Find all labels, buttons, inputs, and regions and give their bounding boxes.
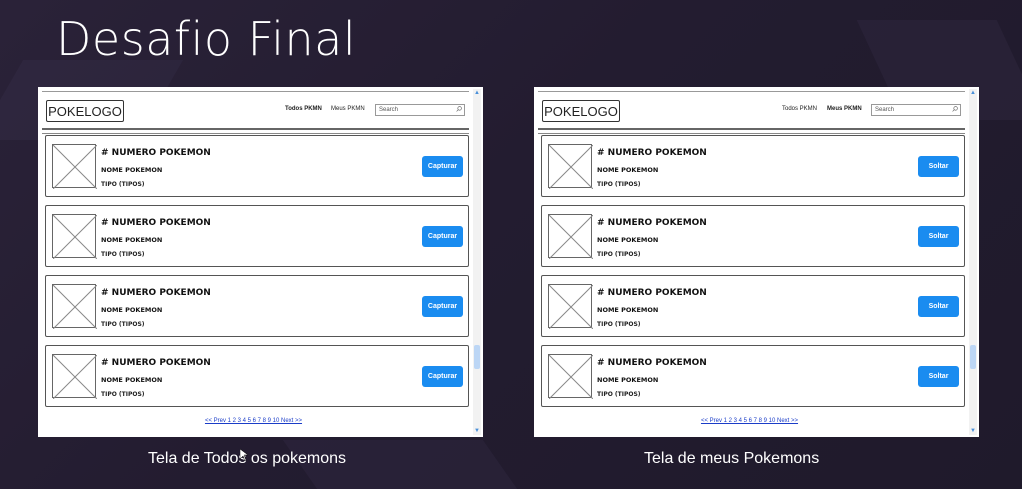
pokemon-name: NOME POKEMON	[597, 166, 659, 174]
pokemon-name: NOME POKEMON	[101, 166, 163, 174]
header-divider	[538, 133, 965, 134]
scroll-down-icon[interactable]: ▼	[473, 427, 481, 435]
pokemon-number: # NUMERO POKEMON	[101, 358, 211, 368]
pokemon-number: # NUMERO POKEMON	[597, 358, 707, 368]
pokemon-number: # NUMERO POKEMON	[597, 148, 707, 158]
wireframe-meus-pokemons: POKELOGO Todos PKMN Meus PKMN Search # N…	[534, 87, 979, 437]
pokemon-type: TIPO (TIPOS)	[597, 251, 641, 258]
search-placeholder: Search	[875, 107, 895, 113]
search-input[interactable]: Search	[871, 104, 961, 116]
pokemon-image-placeholder	[548, 214, 593, 259]
nav-meus-pkmn[interactable]: Meus PKMN	[827, 106, 862, 112]
logo[interactable]: POKELOGO	[46, 100, 124, 122]
pagination[interactable]: << Prev 1 2 3 4 5 6 7 8 9 10 Next >>	[38, 418, 469, 424]
soltar-button[interactable]: Soltar	[918, 156, 959, 177]
pokemon-card: # NUMERO POKEMON NOME POKEMON TIPO (TIPO…	[541, 135, 965, 197]
soltar-button[interactable]: Soltar	[918, 296, 959, 317]
scroll-down-icon[interactable]: ▼	[969, 427, 977, 435]
soltar-button[interactable]: Soltar	[918, 226, 959, 247]
nav-meus-pkmn[interactable]: Meus PKMN	[331, 106, 365, 112]
capturar-button[interactable]: Capturar	[422, 366, 463, 387]
capturar-button[interactable]: Capturar	[422, 156, 463, 177]
caption-meus: Tela de meus Pokemons	[644, 450, 820, 467]
pokemon-name: NOME POKEMON	[597, 376, 659, 384]
pokemon-type: TIPO (TIPOS)	[597, 391, 641, 398]
scroll-thumb[interactable]	[970, 345, 976, 369]
mouse-cursor-icon	[240, 449, 248, 461]
pokemon-image-placeholder	[548, 144, 593, 189]
pokemon-image-placeholder	[52, 354, 97, 399]
pokemon-card: # NUMERO POKEMON NOME POKEMON TIPO (TIPO…	[45, 205, 469, 267]
scrollbar[interactable]: ▲ ▼	[473, 89, 481, 435]
capturar-button[interactable]: Capturar	[422, 226, 463, 247]
search-icon	[952, 106, 958, 112]
search-input[interactable]: Search	[375, 104, 465, 116]
pokemon-card: # NUMERO POKEMON NOME POKEMON TIPO (TIPO…	[45, 345, 469, 407]
wireframe-todos-pokemons: POKELOGO Todos PKMN Meus PKMN Search # N…	[38, 87, 483, 437]
pokemon-number: # NUMERO POKEMON	[597, 288, 707, 298]
pokemon-number: # NUMERO POKEMON	[597, 218, 707, 228]
pokemon-name: NOME POKEMON	[101, 236, 163, 244]
pagination[interactable]: << Prev 1 2 3 4 5 6 7 8 9 10 Next >>	[534, 418, 965, 424]
pokemon-type: TIPO (TIPOS)	[101, 181, 145, 188]
header-bar: POKELOGO Todos PKMN Meus PKMN Search	[42, 91, 469, 130]
pokemon-type: TIPO (TIPOS)	[597, 321, 641, 328]
pokemon-name: NOME POKEMON	[597, 306, 659, 314]
pokemon-card: # NUMERO POKEMON NOME POKEMON TIPO (TIPO…	[541, 275, 965, 337]
scroll-thumb[interactable]	[474, 345, 480, 369]
pokemon-number: # NUMERO POKEMON	[101, 218, 211, 228]
slide-title: Desafio Final	[56, 12, 357, 66]
header-divider	[42, 133, 469, 134]
nav-todos-pkmn[interactable]: Todos PKMN	[782, 106, 817, 112]
pokemon-image-placeholder	[52, 284, 97, 329]
capturar-button[interactable]: Capturar	[422, 296, 463, 317]
pokemon-type: TIPO (TIPOS)	[101, 321, 145, 328]
pokemon-type: TIPO (TIPOS)	[101, 391, 145, 398]
pokemon-type: TIPO (TIPOS)	[597, 181, 641, 188]
logo[interactable]: POKELOGO	[542, 100, 620, 122]
pokemon-image-placeholder	[548, 354, 593, 399]
pokemon-name: NOME POKEMON	[597, 236, 659, 244]
pokemon-image-placeholder	[548, 284, 593, 329]
header-bar: POKELOGO Todos PKMN Meus PKMN Search	[538, 91, 965, 130]
pokemon-card: # NUMERO POKEMON NOME POKEMON TIPO (TIPO…	[541, 205, 965, 267]
pokemon-type: TIPO (TIPOS)	[101, 251, 145, 258]
pokemon-image-placeholder	[52, 214, 97, 259]
pokemon-number: # NUMERO POKEMON	[101, 148, 211, 158]
pokemon-name: NOME POKEMON	[101, 376, 163, 384]
nav-todos-pkmn[interactable]: Todos PKMN	[285, 106, 322, 112]
pokemon-card: # NUMERO POKEMON NOME POKEMON TIPO (TIPO…	[541, 345, 965, 407]
pokemon-name: NOME POKEMON	[101, 306, 163, 314]
pokemon-image-placeholder	[52, 144, 97, 189]
pokemon-card: # NUMERO POKEMON NOME POKEMON TIPO (TIPO…	[45, 135, 469, 197]
pokemon-number: # NUMERO POKEMON	[101, 288, 211, 298]
pokemon-card: # NUMERO POKEMON NOME POKEMON TIPO (TIPO…	[45, 275, 469, 337]
soltar-button[interactable]: Soltar	[918, 366, 959, 387]
scrollbar[interactable]: ▲ ▼	[969, 89, 977, 435]
search-placeholder: Search	[379, 107, 399, 113]
scroll-up-icon[interactable]: ▲	[969, 89, 977, 97]
scroll-up-icon[interactable]: ▲	[473, 89, 481, 97]
search-icon	[456, 106, 462, 112]
